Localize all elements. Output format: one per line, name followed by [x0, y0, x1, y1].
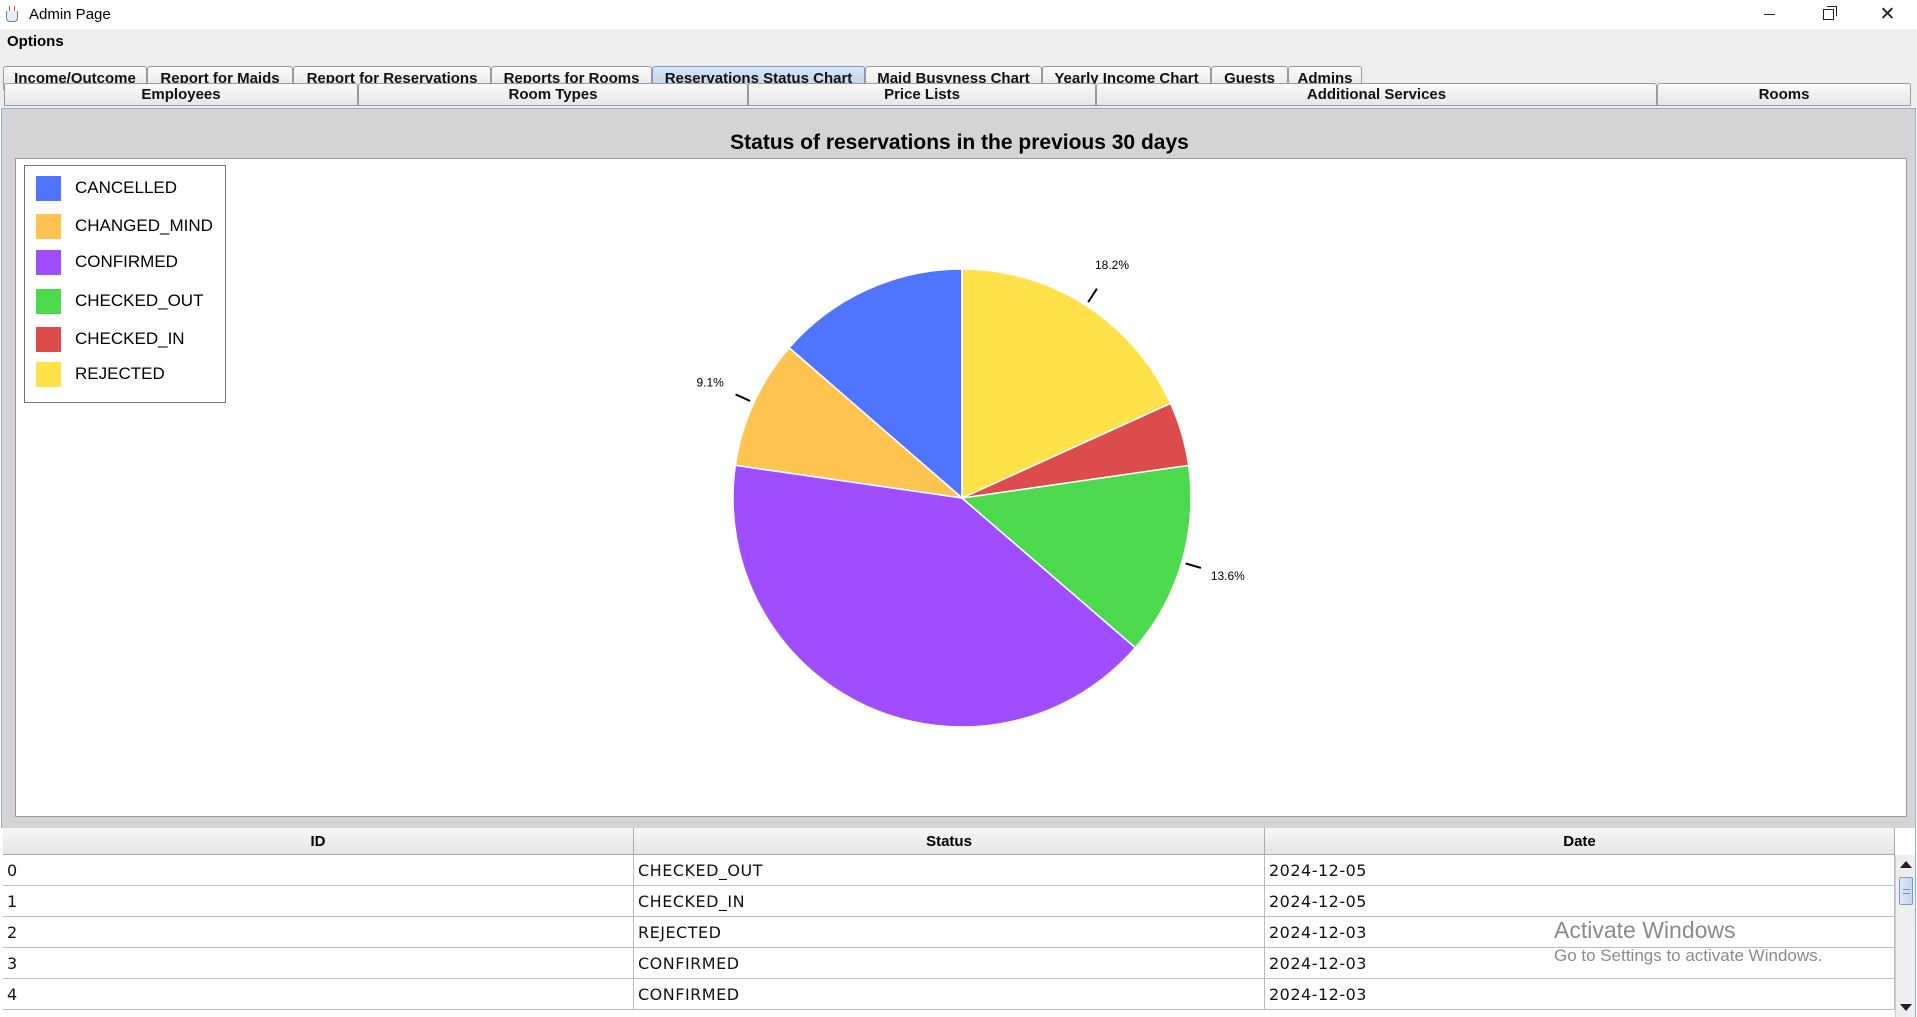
tab-price-lists[interactable]: Price Lists — [748, 83, 1096, 106]
legend-swatch — [36, 213, 61, 239]
table-cell-id[interactable]: 1 — [3, 886, 634, 917]
restore-icon — [1823, 6, 1837, 20]
java-app-icon — [3, 5, 23, 25]
pie-label-leader-checked-out — [1185, 562, 1202, 569]
legend-item-confirmed: CONFIRMED — [36, 249, 178, 275]
pie-label-leader-rejected — [1087, 288, 1098, 303]
legend-item-cancelled: CANCELLED — [36, 175, 177, 201]
chart-legend: CANCELLED CHANGED_MIND CONFIRMED CHECKED_OU… — [24, 165, 226, 403]
pie-label-leader-changed-mind — [735, 393, 751, 402]
legend-swatch — [36, 249, 61, 275]
menu-bar: Options — [0, 29, 1917, 54]
tab-room-types[interactable]: Room Types — [358, 83, 748, 106]
minimize-icon — [1764, 14, 1775, 15]
table-row[interactable]: 0 CHECKED_OUT 2024-12-05 — [3, 855, 1895, 886]
legend-swatch — [36, 288, 61, 314]
table-cell-status[interactable]: REJECTED — [634, 917, 1265, 948]
legend-label: CHECKED_IN — [75, 329, 185, 348]
table-cell-status[interactable]: CHECKED_OUT — [634, 855, 1265, 886]
close-icon: ✕ — [1879, 3, 1896, 25]
table-row[interactable]: 1 CHECKED_IN 2024-12-05 — [3, 886, 1895, 917]
table-cell-date[interactable]: 2024-12-05 — [1265, 886, 1895, 917]
table-cell-status[interactable]: CONFIRMED — [634, 979, 1265, 1010]
activate-windows-watermark: Activate Windows Go to Settings to activ… — [1554, 917, 1822, 966]
legend-item-checked-in: CHECKED_IN — [36, 326, 185, 352]
table-cell-id[interactable]: 4 — [3, 979, 634, 1010]
scroll-up-arrow-icon[interactable] — [1900, 861, 1912, 868]
table-cell-id[interactable]: 3 — [3, 948, 634, 979]
legend-label: CONFIRMED — [75, 252, 178, 271]
table-header: ID Status Date — [3, 828, 1895, 855]
table-cell-id[interactable]: 2 — [3, 917, 634, 948]
table-cell-status[interactable]: CONFIRMED — [634, 948, 1265, 979]
scroll-thumb[interactable] — [1899, 877, 1913, 905]
pie-label-checked-out: 13.6% — [1211, 569, 1245, 583]
table-cell-date[interactable]: 2024-12-03 — [1265, 979, 1895, 1010]
chart-title: Status of reservations in the previous 3… — [730, 131, 1189, 154]
tab-additional-services[interactable]: Additional Services — [1096, 83, 1657, 106]
scroll-down-arrow-icon[interactable] — [1900, 1004, 1912, 1011]
watermark-title: Activate Windows — [1554, 917, 1736, 943]
legend-swatch — [36, 175, 61, 201]
table-cell-id[interactable]: 0 — [3, 855, 634, 886]
table-cell-status[interactable]: CHECKED_IN — [634, 886, 1265, 917]
tab-row-2: Employees Room Types Price Lists Additio… — [0, 83, 1917, 106]
window-title: Admin Page — [29, 6, 111, 23]
menu-options[interactable]: Options — [0, 33, 71, 50]
window-controls: ✕ — [1740, 0, 1917, 29]
column-header-date[interactable]: Date — [1265, 828, 1895, 855]
tab-pane-header: Income/Outcome Report for Maids Report f… — [0, 54, 1917, 109]
watermark-subtitle: Go to Settings to activate Windows. — [1554, 946, 1823, 965]
pie-plot-area: 9.1% 13.6% 18.2% CANCELLED CHANGED_MIND CONF… — [15, 158, 1907, 817]
legend-item-checked-out: CHECKED_OUT — [36, 288, 203, 314]
legend-label: CHECKED_OUT — [75, 291, 204, 310]
tab-employees[interactable]: Employees — [4, 83, 358, 106]
column-header-status[interactable]: Status — [634, 828, 1265, 855]
table-row[interactable]: 4 CONFIRMED 2024-12-03 — [3, 979, 1895, 1010]
minimize-button[interactable] — [1740, 0, 1799, 29]
legend-swatch — [36, 326, 61, 352]
legend-item-changed-mind: CHANGED_MIND — [36, 213, 213, 239]
close-button[interactable]: ✕ — [1858, 0, 1917, 29]
table-cell-date[interactable]: 2024-12-05 — [1265, 855, 1895, 886]
pie-chart: 9.1% 13.6% 18.2% — [696, 258, 1245, 728]
legend-label: CANCELLED — [75, 178, 178, 197]
vertical-scrollbar[interactable] — [1895, 855, 1915, 1017]
pie-label-changed-mind: 9.1% — [696, 376, 724, 390]
pie-label-rejected: 18.2% — [1095, 258, 1129, 272]
legend-swatch — [36, 361, 61, 387]
restore-button[interactable] — [1799, 0, 1858, 29]
legend-item-rejected: REJECTED — [36, 361, 165, 387]
title-bar: Admin Page ✕ — [0, 0, 1917, 29]
tab-rooms[interactable]: Rooms — [1657, 83, 1911, 106]
legend-label: REJECTED — [75, 364, 165, 383]
column-header-id[interactable]: ID — [3, 828, 634, 855]
legend-label: CHANGED_MIND — [75, 216, 213, 235]
